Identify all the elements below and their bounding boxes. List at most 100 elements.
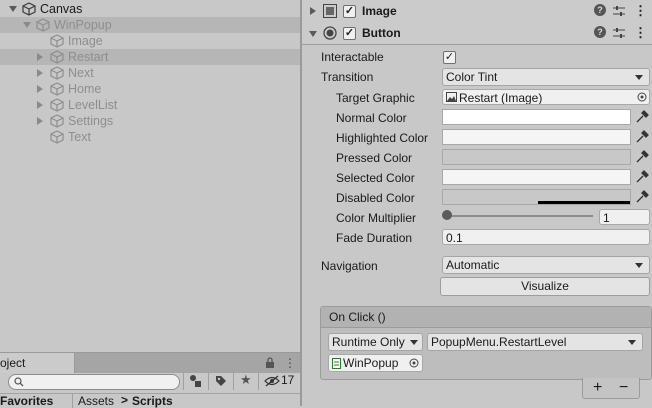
hierarchy-item[interactable]: LevelList	[0, 97, 300, 113]
expand-arrow-icon[interactable]	[37, 53, 43, 61]
hierarchy-item-label: Image	[68, 34, 103, 48]
hierarchy-item-label: Home	[68, 82, 102, 96]
hierarchy-item-label: Text	[68, 130, 91, 144]
hierarchy-item-label: LevelList	[68, 98, 118, 112]
shapes-icon	[190, 375, 201, 387]
normal-color-field[interactable]	[442, 109, 631, 125]
hierarchy-item[interactable]: Home	[0, 81, 300, 97]
add-listener-button[interactable]: +	[593, 378, 602, 398]
filter-by-type-button[interactable]	[183, 372, 206, 390]
expand-arrow-icon[interactable]	[37, 117, 43, 125]
hierarchy-item[interactable]: Restart	[0, 49, 300, 65]
project-panel: oject ⋮ ★ 17 Favorites Assets > Scripts	[0, 352, 301, 408]
color-multiplier-value: 1	[603, 211, 610, 225]
highlighted-color-field[interactable]	[442, 129, 631, 145]
lock-icon[interactable]	[265, 357, 275, 369]
color-multiplier-input[interactable]: 1	[599, 209, 650, 225]
gameobject-cube-icon	[50, 130, 64, 144]
fade-duration-input[interactable]: 0.1	[442, 229, 650, 245]
project-search-input[interactable]	[8, 374, 180, 390]
filter-by-label-button[interactable]	[208, 372, 233, 390]
remove-listener-button[interactable]: −	[619, 378, 628, 398]
hierarchy-item-label: Settings	[68, 114, 114, 128]
button-enabled-checkbox[interactable]: ✓	[343, 27, 356, 40]
target-object-field[interactable]: WinPopup	[328, 354, 423, 372]
object-picker-icon[interactable]	[637, 92, 647, 102]
target-graphic-field[interactable]: Restart (Image)	[442, 89, 650, 105]
image-icon	[446, 92, 457, 102]
object-picker-icon[interactable]	[409, 358, 419, 368]
transition-dropdown[interactable]: Color Tint	[442, 68, 650, 86]
hierarchy-panel: Canvas WinPopup Image Restart Next Home LevelL…	[0, 0, 300, 352]
tag-icon	[216, 376, 226, 386]
hierarchy-item[interactable]: WinPopup	[0, 17, 300, 33]
visualize-label: Visualize	[521, 279, 569, 293]
help-icon[interactable]: ?	[594, 4, 606, 16]
gameobject-cube-icon	[22, 2, 36, 16]
expand-arrow-icon[interactable]	[37, 85, 43, 93]
hidden-packages-toggle[interactable]: 17	[258, 372, 301, 390]
disabled-color-field[interactable]	[442, 189, 631, 205]
transition-label: Transition	[321, 70, 374, 84]
eyedropper-icon[interactable]	[635, 150, 649, 164]
hierarchy-item[interactable]: Settings	[0, 113, 300, 129]
eyedropper-icon[interactable]	[635, 170, 649, 184]
gameobject-cube-icon	[50, 34, 64, 48]
hierarchy-item[interactable]: Image	[0, 33, 300, 49]
pressed-color-field[interactable]	[442, 149, 631, 165]
button-component-title: Button	[362, 26, 401, 40]
expand-arrow-icon[interactable]	[310, 7, 316, 15]
chevron-down-icon	[635, 263, 643, 268]
visualize-button[interactable]: Visualize	[440, 277, 650, 296]
image-component-title: Image	[362, 4, 397, 18]
project-tab-label: oject	[0, 356, 26, 370]
hidden-packages-count: 17	[281, 373, 295, 387]
selected-color-label: Selected Color	[336, 171, 415, 185]
runtime-dropdown[interactable]: Runtime Only	[328, 333, 423, 351]
interactable-label: Interactable	[321, 50, 384, 64]
button-component-header[interactable]: ✓ Button ? ⋮	[302, 22, 652, 45]
eyedropper-icon[interactable]	[635, 190, 649, 204]
navigation-value: Automatic	[446, 258, 500, 272]
panel-menu-icon[interactable]: ⋮	[284, 356, 296, 370]
inspector-panel: ✓ Image ? ⋮ ✓ Button ? ⋮ Interactable ✓ …	[302, 0, 652, 406]
eyedropper-icon[interactable]	[635, 130, 649, 144]
collapse-arrow-icon[interactable]	[9, 6, 17, 12]
navigation-dropdown[interactable]: Automatic	[442, 256, 650, 274]
hierarchy-item-label: Next	[68, 66, 94, 80]
color-multiplier-slider-thumb[interactable]	[442, 210, 452, 220]
favorites-filter-button[interactable]: ★	[233, 372, 258, 390]
presets-icon[interactable]	[613, 27, 625, 39]
expand-arrow-icon[interactable]	[37, 69, 43, 77]
component-menu-icon[interactable]: ⋮	[634, 0, 647, 22]
expand-arrow-icon[interactable]	[37, 101, 43, 109]
alpha-bar	[538, 201, 630, 204]
hierarchy-item[interactable]: Text	[0, 129, 300, 145]
selected-color-field[interactable]	[442, 169, 631, 185]
gameobject-cube-icon	[50, 66, 64, 80]
interactable-checkbox[interactable]: ✓	[443, 51, 456, 64]
highlighted-color-label: Highlighted Color	[336, 131, 429, 145]
gameobject-cube-icon	[50, 98, 64, 112]
presets-icon[interactable]	[613, 5, 625, 17]
image-enabled-checkbox[interactable]: ✓	[343, 5, 356, 18]
collapse-arrow-icon[interactable]	[23, 22, 31, 28]
star-icon: ★	[240, 372, 252, 387]
hierarchy-item[interactable]: Canvas	[0, 1, 300, 17]
transition-value: Color Tint	[446, 70, 498, 84]
component-menu-icon[interactable]: ⋮	[634, 22, 647, 44]
search-icon	[14, 377, 24, 387]
image-component-header[interactable]: ✓ Image ? ⋮	[302, 0, 652, 23]
gameobject-cube-icon	[36, 18, 50, 32]
eyedropper-icon[interactable]	[635, 110, 649, 124]
function-dropdown[interactable]: PopupMenu.RestartLevel	[427, 333, 643, 351]
function-value: PopupMenu.RestartLevel	[431, 335, 567, 349]
normal-color-label: Normal Color	[336, 111, 407, 125]
help-icon[interactable]: ?	[594, 26, 606, 38]
project-tab[interactable]: oject	[0, 353, 75, 373]
fade-duration-value: 0.1	[446, 231, 463, 245]
collapse-arrow-icon[interactable]	[309, 31, 317, 37]
eye-slash-icon	[264, 375, 280, 387]
hierarchy-item[interactable]: Next	[0, 65, 300, 81]
color-multiplier-slider-track[interactable]	[447, 215, 593, 217]
